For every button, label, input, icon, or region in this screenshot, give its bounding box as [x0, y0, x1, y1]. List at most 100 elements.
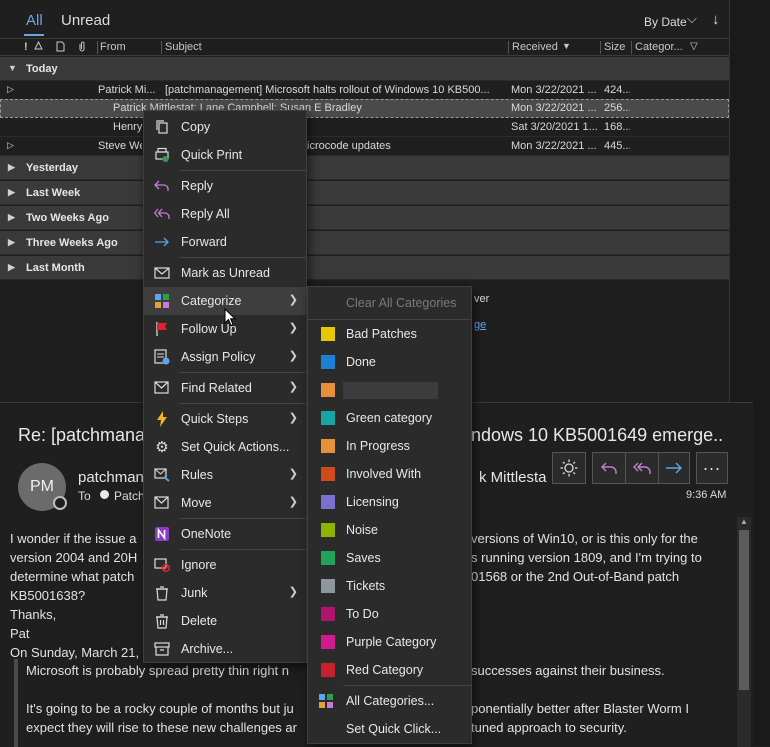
quote-line: expect they will rise to these new chall… [26, 720, 297, 735]
submenu-arrow-icon: ❯ [288, 322, 298, 334]
menu-item-onenote[interactable]: OneNote [144, 520, 306, 548]
menu-item-label: Bad Patches [346, 327, 417, 341]
collapse-icon[interactable]: ▼ [8, 63, 17, 73]
expand-thread-icon[interactable]: ▷ [7, 84, 14, 95]
expand-icon[interactable]: ▶ [8, 187, 15, 198]
category-item[interactable]: Done [308, 348, 471, 376]
menu-item-archive[interactable]: Archive... [144, 635, 306, 663]
column-header: ! From Subject Received ▼ Size Categor..… [0, 38, 729, 56]
expand-icon[interactable]: ▶ [8, 262, 15, 273]
category-item[interactable]: Tickets [308, 572, 471, 600]
table-row[interactable]: ▷ Patrick Mi... [patchmanagement] Micros… [0, 81, 729, 100]
theme-toggle-button[interactable] [552, 452, 586, 484]
menu-item-find-related[interactable]: Find Related ❯ [144, 374, 306, 402]
group-three-weeks-ago[interactable]: ▶ Three Weeks Ago [0, 231, 729, 255]
expand-icon[interactable]: ▶ [8, 162, 15, 173]
menu-item-label: Purple Category [346, 635, 437, 649]
tab-unread[interactable]: Unread [61, 12, 110, 29]
category-color-swatch [321, 467, 335, 481]
row-received: Mon 3/22/2021 ... [511, 140, 597, 152]
expand-icon[interactable]: ▶ [8, 212, 15, 223]
gear-icon: ⚙ [155, 439, 169, 456]
received-column-header[interactable]: Received [512, 41, 558, 53]
more-actions-button[interactable]: ... [696, 452, 728, 484]
reply-all-button[interactable] [625, 452, 659, 484]
menu-item-set-quick-actions[interactable]: ⚙ Set Quick Actions... [144, 433, 306, 461]
category-item[interactable]: Licensing [308, 488, 471, 516]
quote-line: tuned approach to security. [471, 720, 627, 735]
tab-all[interactable]: All [26, 12, 43, 29]
attachment-column-icon[interactable] [78, 41, 86, 52]
group-last-month[interactable]: ▶ Last Month [0, 256, 729, 280]
expand-thread-icon[interactable]: ▷ [7, 140, 14, 151]
category-item[interactable]: Involved With [308, 460, 471, 488]
body-line: determine what patch [10, 569, 135, 584]
category-item[interactable]: Purple Category [308, 628, 471, 656]
reply-all-icon [153, 205, 171, 223]
scroll-up-icon[interactable]: ▲ [740, 517, 748, 526]
menu-item-label: Green category [346, 411, 433, 425]
category-color-swatch [321, 439, 335, 453]
category-column-header[interactable]: Categor... [635, 41, 683, 53]
group-label: Yesterday [26, 162, 78, 174]
menu-item-assign-policy[interactable]: Assign Policy ❯ [144, 343, 306, 371]
category-item[interactable]: Red Category [308, 656, 471, 684]
menu-item-label: Noise [346, 523, 378, 537]
table-row[interactable]: Henry Sat 3/20/2021 1... 168... [0, 118, 729, 137]
category-item[interactable]: To Do [308, 600, 471, 628]
menu-item-reply-all[interactable]: Reply All [144, 200, 306, 228]
group-today[interactable]: ▼ Today [0, 57, 729, 81]
menu-item-rules[interactable]: Rules ❯ [144, 461, 306, 489]
size-column-header[interactable]: Size [604, 41, 625, 53]
sort-direction-icon[interactable]: ↓ [712, 11, 720, 28]
menu-item-reply[interactable]: Reply [144, 172, 306, 200]
filter-icon[interactable]: ▽ [690, 41, 698, 52]
redacted-label [343, 382, 438, 399]
set-quick-click-item[interactable]: Set Quick Click... [308, 715, 471, 743]
clear-all-categories-item[interactable]: Clear All Categories [308, 289, 471, 317]
menu-item-ignore[interactable]: Ignore [144, 551, 306, 579]
to-value[interactable]: Patch [114, 489, 145, 503]
menu-item-junk[interactable]: Junk ❯ [144, 579, 306, 607]
group-two-weeks-ago[interactable]: ▶ Two Weeks Ago [0, 206, 729, 230]
group-last-week[interactable]: ▶ Last Week [0, 181, 729, 205]
menu-item-quick-steps[interactable]: Quick Steps ❯ [144, 405, 306, 433]
menu-item-copy[interactable]: Copy [144, 113, 306, 141]
category-item[interactable]: Noise [308, 516, 471, 544]
category-item[interactable] [308, 376, 471, 404]
icon-column-icon[interactable] [56, 41, 65, 52]
category-color-swatch [321, 635, 335, 649]
info-link-fragment[interactable]: ge [474, 319, 486, 331]
category-item[interactable]: In Progress [308, 432, 471, 460]
sort-by-button[interactable]: By Date [644, 15, 687, 29]
menu-item-label: Set Quick Click... [346, 722, 442, 736]
sender-name[interactable]: patchman [78, 469, 144, 486]
menu-item-mark-as-unread[interactable]: Mark as Unread [144, 259, 306, 287]
menu-item-quick-print[interactable]: Quick Print [144, 141, 306, 169]
junk-icon [153, 584, 171, 602]
scrollbar-thumb[interactable] [739, 530, 749, 690]
menu-item-move[interactable]: Move ❯ [144, 489, 306, 517]
move-icon [153, 494, 171, 512]
expand-icon[interactable]: ▶ [8, 237, 15, 248]
subject-column-header[interactable]: Subject [165, 41, 202, 53]
category-item[interactable]: Green category [308, 404, 471, 432]
importance-column-icon[interactable]: ! [24, 41, 28, 53]
table-row[interactable]: Patrick Mittlestat; Lane Campbell; Susan… [0, 99, 729, 118]
body-line: s running version 1809, and I'm trying t… [471, 550, 702, 565]
reply-button[interactable] [592, 452, 626, 484]
menu-item-forward[interactable]: Forward [144, 228, 306, 256]
category-item[interactable]: Saves [308, 544, 471, 572]
menu-item-label: Red Category [346, 663, 424, 677]
group-yesterday[interactable]: ▶ Yesterday [0, 156, 729, 180]
chevron-down-icon[interactable]: ⌵ [687, 11, 697, 27]
sender-name-right: k Mittlesta [479, 469, 547, 486]
menu-separator [179, 170, 306, 171]
table-row[interactable]: ▷ Steve We icrocode updates Mon 3/22/202… [0, 137, 729, 156]
reminder-column-icon[interactable] [33, 41, 44, 52]
category-item[interactable]: Bad Patches [308, 320, 471, 348]
from-column-header[interactable]: From [100, 41, 126, 53]
menu-item-delete[interactable]: Delete [144, 607, 306, 635]
forward-button[interactable] [658, 452, 690, 484]
all-categories-item[interactable]: All Categories... [308, 687, 471, 715]
